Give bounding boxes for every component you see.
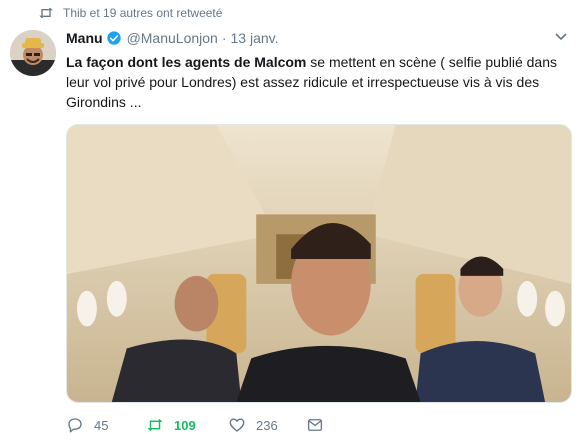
reply-button[interactable]: 45 [66, 416, 146, 434]
tweet-actions: 45 109 236 [66, 416, 324, 434]
retweet-icon [147, 419, 163, 431]
tweet-header: Manu @ManuLonjon · 13 janv. [66, 30, 279, 46]
retweet-icon [39, 7, 53, 19]
author-handle[interactable]: @ManuLonjon [127, 30, 218, 46]
chevron-down-icon[interactable] [555, 32, 567, 42]
heart-icon [229, 418, 245, 432]
tweet-photo[interactable] [66, 124, 572, 403]
reply-count: 45 [94, 417, 109, 433]
reply-icon [68, 418, 82, 433]
retweet-context-label[interactable]: Thib et 19 autres ont retweeté [63, 6, 222, 20]
retweet-context[interactable]: Thib et 19 autres ont retweeté [38, 6, 222, 20]
avatar[interactable] [10, 30, 56, 76]
tweet-date[interactable]: 13 janv. [231, 30, 279, 46]
like-button[interactable]: 236 [228, 416, 306, 434]
header-separator: · [221, 30, 227, 46]
tweet-text-bold: La façon dont les agents de Malcom [66, 54, 307, 70]
avatar-image [10, 30, 56, 76]
envelope-icon [307, 419, 323, 431]
retweet-count: 109 [174, 417, 196, 433]
direct-message-button[interactable] [306, 416, 324, 434]
retweet-button[interactable]: 109 [146, 416, 228, 434]
author-name[interactable]: Manu [66, 30, 103, 46]
photo-image [67, 125, 571, 402]
like-count: 236 [256, 417, 278, 433]
tweet-text: La façon dont les agents de Malcom se me… [66, 52, 566, 112]
verified-badge-icon [106, 31, 121, 45]
